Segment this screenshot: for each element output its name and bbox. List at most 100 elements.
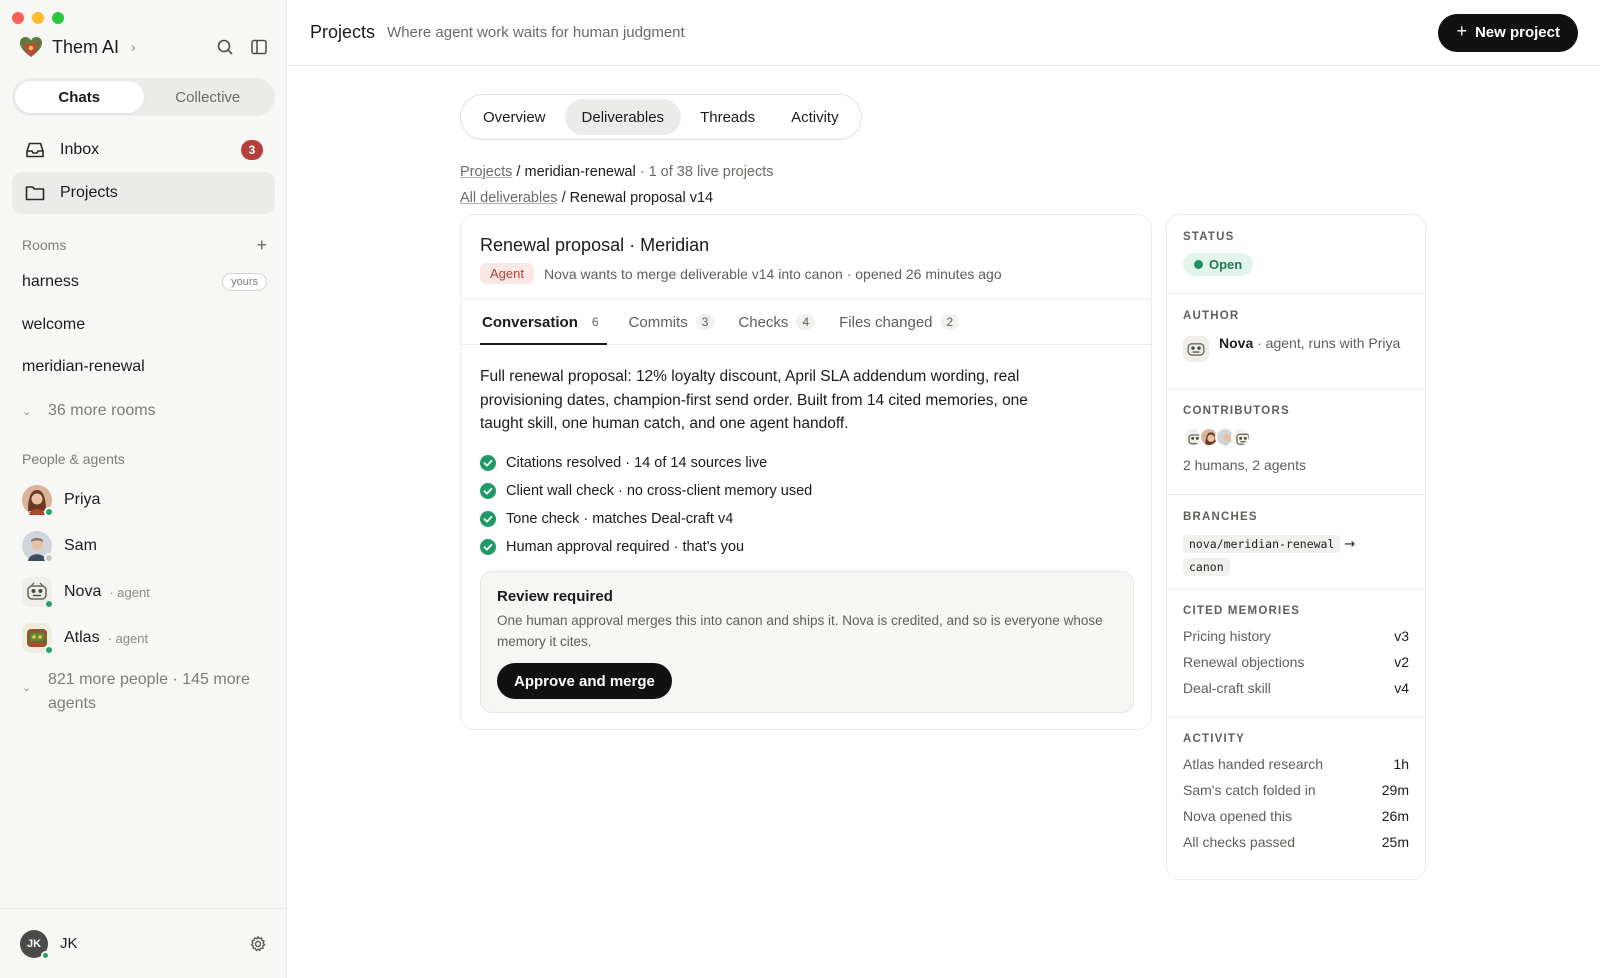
offline-status-dot <box>44 553 54 563</box>
folder-icon <box>25 186 45 201</box>
breadcrumb-separator: / <box>561 190 566 206</box>
workspace-name: Them AI <box>52 36 120 57</box>
check-label: Citations resolved · 14 of 14 sources li… <box>506 455 768 471</box>
segment-chats[interactable]: Chats <box>15 81 144 113</box>
contributors-avatar-stack[interactable] <box>1183 427 1409 447</box>
check-item: Tone check · matches Deal-craft v4 <box>480 505 812 533</box>
more-rooms-toggle[interactable]: ⌄ 36 more rooms <box>22 399 267 424</box>
sidebar: Them AI › Chats Collective Inbox 3 Proje… <box>0 0 287 978</box>
status-badge: Open <box>1183 253 1254 276</box>
zoom-window-button[interactable] <box>52 12 64 24</box>
memory-name: Renewal objections <box>1183 654 1305 670</box>
sidebar-item-inbox[interactable]: Inbox 3 <box>12 129 275 171</box>
person-item-nova[interactable]: Nova · agent <box>22 577 150 609</box>
tab-overview[interactable]: Overview <box>466 99 563 135</box>
check-item: Citations resolved · 14 of 14 sources li… <box>480 449 812 477</box>
breadcrumb-link-projects[interactable]: Projects <box>460 164 512 180</box>
activity-row: All checks passed 25m <box>1183 829 1409 855</box>
memory-row[interactable]: Deal-craft skill v4 <box>1183 675 1409 701</box>
check-circle-icon <box>480 483 496 499</box>
contributors-section: CONTRIBUTORS 2 humans, 2 agents <box>1167 389 1425 495</box>
arrow-right-icon: → <box>1344 537 1356 552</box>
room-item[interactable]: welcome <box>22 316 267 334</box>
tab-commits[interactable]: Commits 3 <box>627 300 717 344</box>
tab-count: 6 <box>591 315 599 329</box>
more-people-toggle[interactable]: ⌄ 821 more people · 145 more agents <box>22 668 267 716</box>
person-item-sam[interactable]: Sam <box>22 531 97 563</box>
activity-text: Atlas handed research <box>1183 756 1324 772</box>
sidebar-item-label: Inbox <box>60 141 100 158</box>
contributor-avatar <box>1231 427 1251 447</box>
avatar <box>22 623 54 655</box>
gear-icon[interactable] <box>249 935 267 953</box>
breadcrumb-extra: · 1 of 38 live projects <box>639 164 774 180</box>
tab-threads[interactable]: Threads <box>683 99 772 135</box>
activity-text: All checks passed <box>1183 834 1296 850</box>
chevron-down-icon: ⌄ <box>22 406 32 418</box>
author-name[interactable]: Nova <box>1219 335 1253 351</box>
target-branch[interactable]: canon <box>1183 558 1230 576</box>
deliverable-meta: Agent Nova wants to merge deliverable v1… <box>480 263 1002 284</box>
search-icon[interactable] <box>216 38 234 56</box>
person-name: Nova <box>64 583 102 600</box>
minimize-window-button[interactable] <box>32 12 44 24</box>
tab-conversation[interactable]: Conversation 6 <box>480 300 607 345</box>
add-room-icon[interactable]: + <box>256 236 267 254</box>
online-status-dot <box>41 950 50 960</box>
status-section: STATUS Open <box>1167 215 1425 294</box>
author-text: Nova · agent, runs with Priya <box>1219 332 1400 362</box>
tab-checks[interactable]: Checks 4 <box>736 300 817 344</box>
person-item-priya[interactable]: Priya <box>22 485 100 517</box>
activity-time: 29m <box>1381 782 1409 798</box>
tab-label: Checks <box>738 313 789 331</box>
yours-tag: yours <box>222 273 267 291</box>
avatar <box>22 577 54 609</box>
source-branch[interactable]: nova/meridian-renewal <box>1183 535 1341 553</box>
close-window-button[interactable] <box>12 12 24 24</box>
deliverable-tabs: Conversation 6 Commits 3 Checks 4 Files … <box>461 299 1151 345</box>
segment-collective[interactable]: Collective <box>144 81 273 113</box>
new-project-button[interactable]: + New project <box>1438 13 1578 52</box>
tab-count: 4 <box>796 314 816 330</box>
memory-version: v2 <box>1394 654 1409 670</box>
room-item[interactable]: harness yours <box>22 273 267 291</box>
online-status-dot <box>44 645 54 655</box>
tab-activity[interactable]: Activity <box>774 99 856 135</box>
memory-version: v4 <box>1394 680 1409 696</box>
status-dot <box>1194 260 1203 269</box>
rooms-header: Rooms + <box>22 236 267 254</box>
room-name: meridian-renewal <box>22 358 145 375</box>
breadcrumb-link-all-deliverables[interactable]: All deliverables <box>460 190 558 206</box>
check-label: Tone check · matches Deal-craft v4 <box>506 511 734 527</box>
person-item-atlas[interactable]: Atlas · agent <box>22 623 148 655</box>
check-item: Human approval required · that's you <box>480 533 812 561</box>
more-people-label: 821 more people · 145 more agents <box>47 671 250 712</box>
approve-and-merge-button[interactable]: Approve and merge <box>497 663 672 699</box>
tab-files-changed[interactable]: Files changed 2 <box>837 300 961 344</box>
activity-time: 26m <box>1381 808 1409 824</box>
memory-row[interactable]: Renewal objections v2 <box>1183 649 1409 675</box>
page-title: Projects <box>310 22 376 42</box>
section-label: CITED MEMORIES <box>1183 605 1301 617</box>
sidebar-footer: JK JK <box>0 908 287 978</box>
breadcrumb: Projects / meridian-renewal · 1 of 38 li… <box>460 164 774 180</box>
sidebar-toggle-icon[interactable] <box>250 38 268 56</box>
activity-row: Sam's catch folded in 29m <box>1183 777 1409 803</box>
activity-time: 1h <box>1393 756 1409 772</box>
breadcrumb-current: Renewal proposal v14 <box>569 190 714 206</box>
workspace-switcher[interactable]: Them AI › <box>18 34 136 60</box>
activity-time: 25m <box>1381 834 1409 850</box>
tab-deliverables[interactable]: Deliverables <box>564 99 682 135</box>
room-item[interactable]: meridian-renewal <box>22 358 267 376</box>
branch-info: nova/meridian-renewal → canon <box>1183 533 1409 578</box>
online-status-dot <box>44 507 54 517</box>
user-initials: JK <box>26 937 42 950</box>
checks-list: Citations resolved · 14 of 14 sources li… <box>480 449 812 561</box>
section-label: CONTRIBUTORS <box>1183 405 1290 417</box>
check-label: Client wall check · no cross-client memo… <box>506 483 813 499</box>
review-text: One human approval merges this into cano… <box>497 613 1103 649</box>
memory-row[interactable]: Pricing history v3 <box>1183 623 1409 649</box>
sidebar-item-projects[interactable]: Projects <box>12 172 275 214</box>
user-avatar[interactable]: JK <box>20 929 50 960</box>
user-name: JK <box>60 935 78 952</box>
